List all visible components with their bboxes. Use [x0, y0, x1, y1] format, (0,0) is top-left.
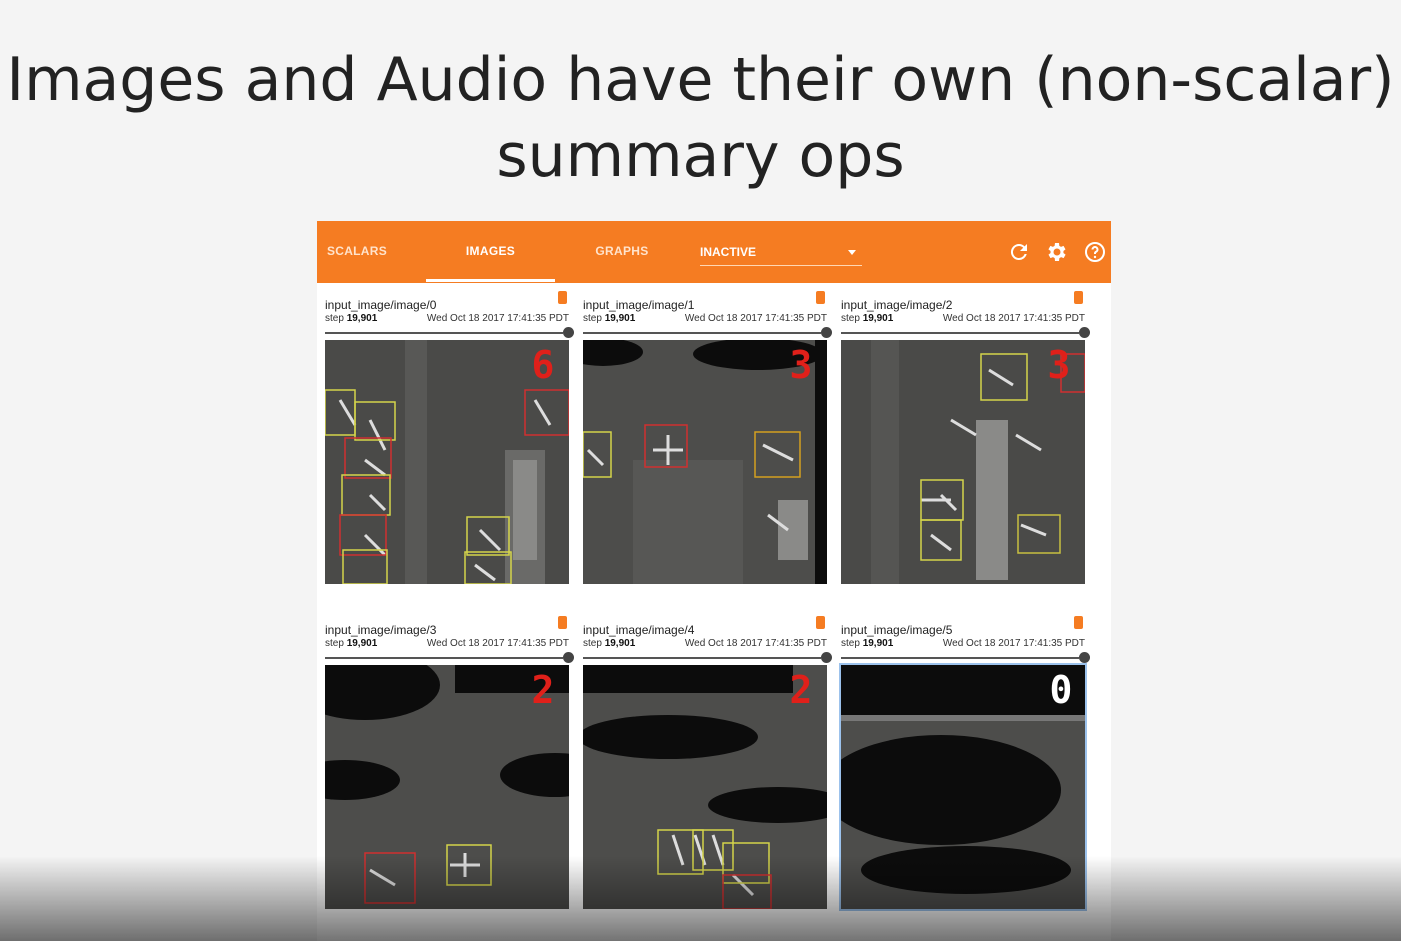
settings-gear-icon[interactable] [1045, 240, 1069, 264]
step-slider[interactable] [841, 332, 1079, 334]
card-step: step 19,901 [583, 313, 636, 324]
slide-title-line1: Images and Audio have their own (non-sca… [6, 45, 1395, 115]
help-icon[interactable] [1083, 240, 1107, 264]
inactive-dashboards-dropdown[interactable]: INACTIVE [700, 241, 862, 266]
card-timestamp: Wed Oct 18 2017 17:41:35 PDT [684, 313, 827, 324]
expand-button[interactable] [816, 291, 825, 304]
expand-button[interactable] [558, 616, 567, 629]
expand-button[interactable] [558, 291, 567, 304]
image-digit: 6 [532, 343, 555, 387]
active-tab-indicator [426, 279, 555, 282]
summary-image: 3 [841, 340, 1085, 584]
card-step: step 19,901 [841, 638, 894, 649]
step-slider-knob[interactable] [1079, 327, 1090, 338]
card-step: step 19,901 [583, 638, 636, 649]
summary-image: 0 [841, 665, 1085, 909]
card-timestamp: Wed Oct 18 2017 17:41:35 PDT [942, 313, 1085, 324]
tab-images[interactable]: IMAGES [426, 221, 555, 283]
expand-button[interactable] [816, 616, 825, 629]
card-step: step 19,901 [841, 313, 894, 324]
card-timestamp: Wed Oct 18 2017 17:41:35 PDT [426, 638, 569, 649]
card-tag: input_image/image/1 [583, 298, 695, 312]
image-card: input_image/image/5 step 19,901 Wed Oct … [841, 616, 1090, 923]
step-slider[interactable] [841, 657, 1079, 659]
image-card: input_image/image/2 step 19,901 Wed Oct … [841, 291, 1090, 598]
image-card: input_image/image/1 step 19,901 Wed Oct … [583, 291, 832, 598]
card-timestamp: Wed Oct 18 2017 17:41:35 PDT [684, 638, 827, 649]
card-tag: input_image/image/4 [583, 623, 695, 637]
inactive-dropdown-label: INACTIVE [700, 245, 757, 259]
dropdown-caret-icon [848, 250, 856, 255]
image-digit: 3 [1048, 343, 1071, 387]
card-tag: input_image/image/5 [841, 623, 953, 637]
expand-button[interactable] [1074, 616, 1083, 629]
tab-graphs[interactable]: GRAPHS [582, 221, 662, 283]
step-slider-knob[interactable] [563, 327, 574, 338]
image-card: input_image/image/3 step 19,901 Wed Oct … [325, 616, 574, 923]
tensorboard-toolbar: SCALARS IMAGES GRAPHS INACTIVE [317, 221, 1111, 283]
expand-button[interactable] [1074, 291, 1083, 304]
image-digit: 2 [532, 668, 555, 712]
slide-title: Images and Audio have their own (non-sca… [0, 42, 1401, 194]
step-slider-knob[interactable] [563, 652, 574, 663]
image-digit: 2 [790, 668, 813, 712]
image-digit: 0 [1050, 668, 1073, 712]
summary-image: 3 [583, 340, 827, 584]
summary-image: 6 [325, 340, 569, 584]
step-slider[interactable] [325, 332, 563, 334]
image-card: input_image/image/0 step 19,901 Wed Oct … [325, 291, 574, 598]
tab-scalars[interactable]: SCALARS [317, 221, 397, 283]
step-slider[interactable] [583, 657, 821, 659]
step-slider[interactable] [325, 657, 563, 659]
card-timestamp: Wed Oct 18 2017 17:41:35 PDT [426, 313, 569, 324]
tensorboard-panel: SCALARS IMAGES GRAPHS INACTIVE input_ima… [317, 221, 1111, 941]
card-step: step 19,901 [325, 638, 378, 649]
summary-image: 2 [325, 665, 569, 909]
step-slider-knob[interactable] [1079, 652, 1090, 663]
card-tag: input_image/image/0 [325, 298, 437, 312]
refresh-icon[interactable] [1007, 240, 1031, 264]
step-slider-knob[interactable] [821, 327, 832, 338]
card-tag: input_image/image/3 [325, 623, 437, 637]
image-card: input_image/image/4 step 19,901 Wed Oct … [583, 616, 832, 923]
card-tag: input_image/image/2 [841, 298, 953, 312]
image-digit: 3 [790, 343, 813, 387]
card-step: step 19,901 [325, 313, 378, 324]
summary-image: 2 [583, 665, 827, 909]
step-slider[interactable] [583, 332, 821, 334]
card-timestamp: Wed Oct 18 2017 17:41:35 PDT [942, 638, 1085, 649]
step-slider-knob[interactable] [821, 652, 832, 663]
slide-title-line2: summary ops [496, 121, 905, 191]
